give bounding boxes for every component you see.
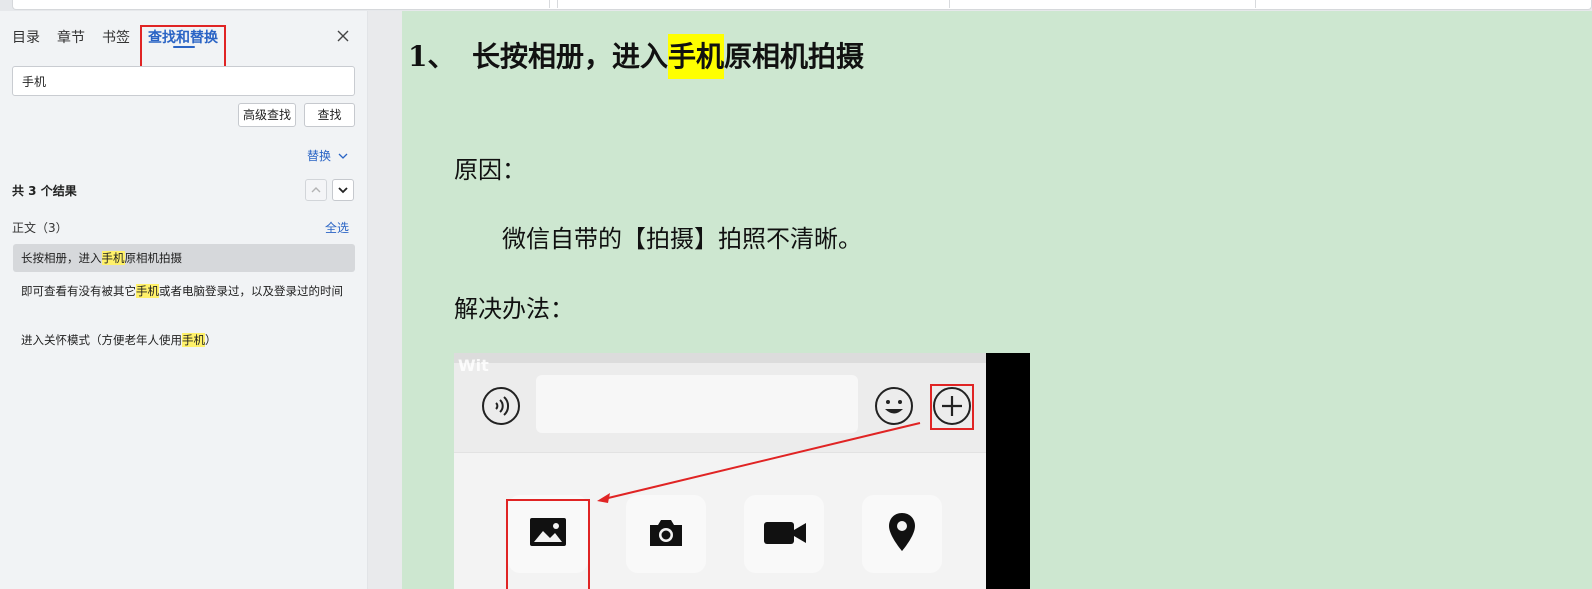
close-icon[interactable] — [334, 27, 352, 45]
tab-bookmarks[interactable]: 书签 — [102, 27, 130, 47]
annotation-red-box — [140, 25, 226, 68]
chevron-down-icon — [338, 187, 348, 194]
chevron-up-icon — [311, 187, 321, 193]
result-item[interactable]: 进入关怀模式（方便老年人使用手机） — [13, 332, 355, 348]
result-text: 进入关怀模式（方便老年人使用 — [21, 333, 182, 347]
result-text: 原相机拍摄 — [124, 251, 183, 265]
result-match: 手机 — [101, 251, 125, 265]
result-match: 手机 — [136, 284, 159, 298]
previous-result-button[interactable] — [305, 179, 327, 201]
result-text: 或者电脑登录过，以及登录过的时间 — [159, 284, 343, 298]
ruler-tick — [949, 0, 950, 8]
screenshot-figure[interactable]: Wit — [454, 353, 1030, 589]
top-ruler-strip — [0, 0, 1592, 11]
location-icon — [889, 513, 915, 551]
horizontal-ruler — [12, 0, 1592, 10]
section-label: 正文（3） — [12, 221, 68, 235]
result-item[interactable]: 即可查看有没有被其它手机或者电脑登录过，以及登录过的时间 — [13, 283, 355, 299]
annotation-red-box — [506, 499, 590, 589]
tab-chapters[interactable]: 章节 — [57, 27, 85, 47]
heading-text: 原相机拍摄 — [724, 40, 865, 73]
solution-label: 解决办法： — [454, 295, 574, 323]
advanced-find-button[interactable]: 高级查找 — [238, 103, 296, 127]
result-item[interactable]: 长按相册，进入手机原相机拍摄 — [13, 244, 355, 272]
document-page[interactable]: 1、 长按相册，进入手机原相机拍摄 原因： 微信自带的【拍摄】拍照不清晰。 解决办… — [402, 11, 1592, 589]
find-button[interactable]: 查找 — [304, 103, 355, 127]
ruler-tick — [549, 0, 550, 8]
result-text: ） — [205, 333, 217, 347]
camera-icon — [650, 520, 682, 546]
find-replace-panel: 目录 章节 书签 查找和替换 手机 高级查找 查找 替换 共 3 个结果 正文（… — [0, 11, 368, 589]
heading-number: 1、 — [408, 40, 456, 73]
result-text: 即可查看有没有被其它 — [21, 284, 136, 298]
result-match: 手机 — [182, 333, 205, 347]
ruler-tick — [557, 0, 558, 8]
tab-contents[interactable]: 目录 — [12, 27, 40, 47]
figure-content: Wit — [454, 353, 986, 589]
reason-label: 原因： — [454, 156, 526, 184]
heading-match: 手机 — [668, 34, 725, 79]
replace-toggle[interactable]: 替换 — [307, 147, 348, 164]
ruler-tick — [1255, 0, 1256, 8]
document-area[interactable]: 1、 长按相册，进入手机原相机拍摄 原因： 微信自带的【拍摄】拍照不清晰。 解决办… — [368, 11, 1592, 589]
reason-text: 微信自带的【拍摄】拍照不清晰。 — [502, 225, 862, 253]
heading-text: 长按相册，进入 — [472, 40, 669, 73]
next-result-button[interactable] — [332, 179, 354, 201]
result-count: 共 3 个结果 — [12, 184, 77, 198]
heading-1: 1、 长按相册，进入手机原相机拍摄 — [408, 34, 865, 79]
video-icon — [764, 522, 806, 544]
select-all-link[interactable]: 全选 — [325, 219, 349, 236]
search-input[interactable]: 手机 — [12, 66, 355, 96]
chevron-down-icon — [338, 153, 348, 159]
replace-label: 替换 — [307, 149, 332, 163]
result-text: 长按相册，进入 — [21, 251, 102, 265]
